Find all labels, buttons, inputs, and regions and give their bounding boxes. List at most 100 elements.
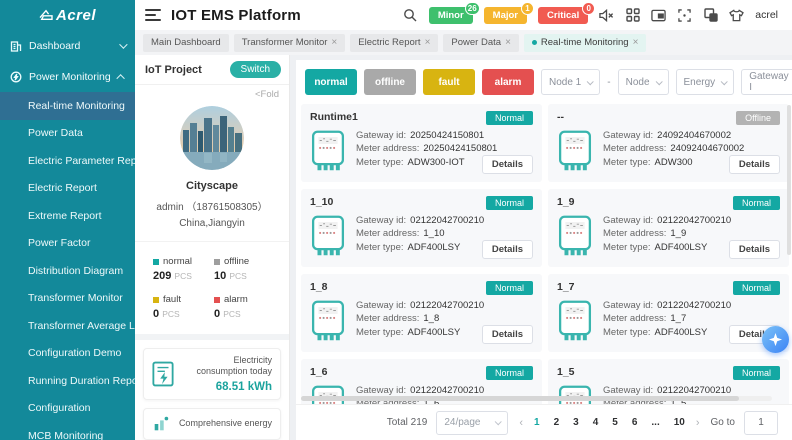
node-to-select[interactable]: Node [618,69,669,95]
view-tab[interactable]: Real-time Monitoring [524,34,647,52]
details-button[interactable]: Details [482,155,533,174]
gateway-id-value: 24092404670002 [657,130,731,141]
device-card-grid: Runtime1 Normal Gateway id:2025042415080… [296,103,792,437]
alarm-count-badge: 1 [521,2,534,15]
sidebar-subitem[interactable]: Extreme Report [0,202,135,230]
sidebar-subitem[interactable]: Configuration [0,395,135,423]
electricity-doc-icon [152,361,174,387]
gateway-id-value: 02122042700210 [410,215,484,226]
prev-page-button[interactable]: ‹ [517,417,525,429]
horizontal-scrollbar[interactable] [301,396,772,401]
sidebar-subitem[interactable]: Power Factor [0,230,135,258]
collapse-menu-icon[interactable] [145,9,161,21]
page-number[interactable]: 2 [554,417,560,428]
vertical-scrollbar-thumb[interactable] [787,105,791,255]
alarm-severity-chip[interactable]: Major 1 [484,7,527,24]
next-page-button[interactable]: › [694,417,702,429]
close-tab-icon[interactable] [425,38,431,48]
chevron-down-icon [495,418,502,425]
sidebar-subitem[interactable]: Distribution Diagram [0,257,135,285]
details-button[interactable]: Details [729,240,780,259]
page-number[interactable]: 3 [573,417,579,428]
goto-page-input[interactable] [744,411,778,435]
stat-color-square-icon [214,259,220,265]
assistant-floating-button[interactable] [762,326,789,353]
fold-panel-link[interactable]: <Fold [135,85,289,100]
close-tab-icon[interactable] [505,38,511,48]
status-filter-button[interactable]: normal [305,69,357,95]
sidebar-subitem[interactable]: Transformer Monitor [0,285,135,313]
stat-color-square-icon [153,259,159,265]
username[interactable]: acrel [755,9,778,21]
meter-device-icon [557,215,593,257]
meter-device-icon [557,130,593,172]
page-number[interactable]: 1 [534,417,540,428]
comprehensive-energy-card[interactable]: Comprehensive energy [143,408,281,440]
gateway-id-value: 02122042700210 [657,300,731,311]
page-number[interactable]: 4 [593,417,599,428]
sidebar-item-power-monitoring[interactable]: Power Monitoring [0,61,135,92]
sidebar-subitem[interactable]: Electric Parameter Report [0,147,135,175]
sidebar-item-dashboard[interactable]: Dashboard [0,30,135,61]
sidebar-subitem[interactable]: Configuration Demo [0,340,135,368]
status-badge: Normal [733,196,780,210]
close-tab-icon[interactable] [633,38,639,48]
view-tab[interactable]: Power Data [443,34,518,52]
project-avatar [180,106,244,170]
stat-item: alarm 0 PCS [214,294,275,320]
status-filter-button[interactable]: alarm [482,69,534,95]
close-tab-icon[interactable] [331,38,337,48]
alarm-severity-chip[interactable]: Critical 0 [538,7,588,24]
meter-type-value: ADF400LSY [408,242,461,253]
energy-select[interactable]: Energy [676,69,735,95]
sidebar-subitem[interactable]: MCB Monitoring [0,422,135,440]
status-badge: Normal [486,196,533,210]
page-number[interactable]: 6 [632,417,638,428]
apps-grid-icon[interactable] [625,8,640,23]
status-filter-button[interactable]: fault [423,69,475,95]
project-admin: admin （18761508305） [135,198,289,213]
project-panel: IoT Project Switch <Fold [135,55,290,440]
sidebar-subitem[interactable]: Real-time Monitoring [0,92,135,120]
search-icon[interactable] [403,8,418,23]
sidebar-subitem[interactable]: Transformer Average Loa... [0,312,135,340]
status-filter-button[interactable]: offline [364,69,416,95]
acrel-logo-icon [39,9,53,21]
switch-project-button[interactable]: Switch [230,61,281,78]
sidebar-subitem[interactable]: Running Duration Report [0,367,135,395]
stat-item: offline 10 PCS [214,256,275,282]
status-badge: Normal [486,281,533,295]
view-tab[interactable]: Transformer Monitor [234,34,346,52]
top-header: Acrel IOT EMS Platform Minor 26 Major 1 … [0,0,792,30]
page-number[interactable]: ... [651,417,659,428]
details-button[interactable]: Details [729,155,780,174]
view-tab[interactable]: Electric Report [350,34,438,52]
skin-shirt-icon[interactable] [729,8,744,23]
active-tab-dot-icon [532,40,537,45]
alarm-severity-chip[interactable]: Minor 26 [429,7,473,24]
sidebar-subitem[interactable]: Power Data [0,120,135,148]
details-button[interactable]: Details [482,240,533,259]
sidebar-subitem[interactable]: Electric Report [0,175,135,203]
screencast-icon[interactable] [651,8,666,23]
node-from-select[interactable]: Node 1 [541,69,600,95]
stat-color-square-icon [214,297,220,303]
volume-mute-icon[interactable] [599,8,614,23]
theme-layers-icon[interactable] [703,8,718,23]
gateway-id-value: 02122042700210 [410,385,484,396]
details-button[interactable]: Details [482,325,533,344]
chevron-down-icon [655,78,662,85]
gateway-id-value: 02122042700210 [410,300,484,311]
page-number[interactable]: 5 [612,417,618,428]
page-number[interactable]: 10 [674,417,685,428]
page-size-select[interactable]: 24/page [436,411,508,435]
fullscreen-icon[interactable] [677,8,692,23]
horizontal-scrollbar-thumb[interactable] [301,396,739,401]
device-card: Runtime1 Normal Gateway id:2025042415080… [301,104,542,182]
view-tab[interactable]: Main Dashboard [143,34,229,52]
electricity-consumption-card[interactable]: Electricity consumption today 68.51 kWh [143,348,281,400]
chevron-down-icon [721,78,728,85]
bar-chart-icon [152,415,170,433]
gateway-search-input[interactable]: Gateway I [741,69,792,95]
meter-address-value: 1_7 [670,313,686,324]
